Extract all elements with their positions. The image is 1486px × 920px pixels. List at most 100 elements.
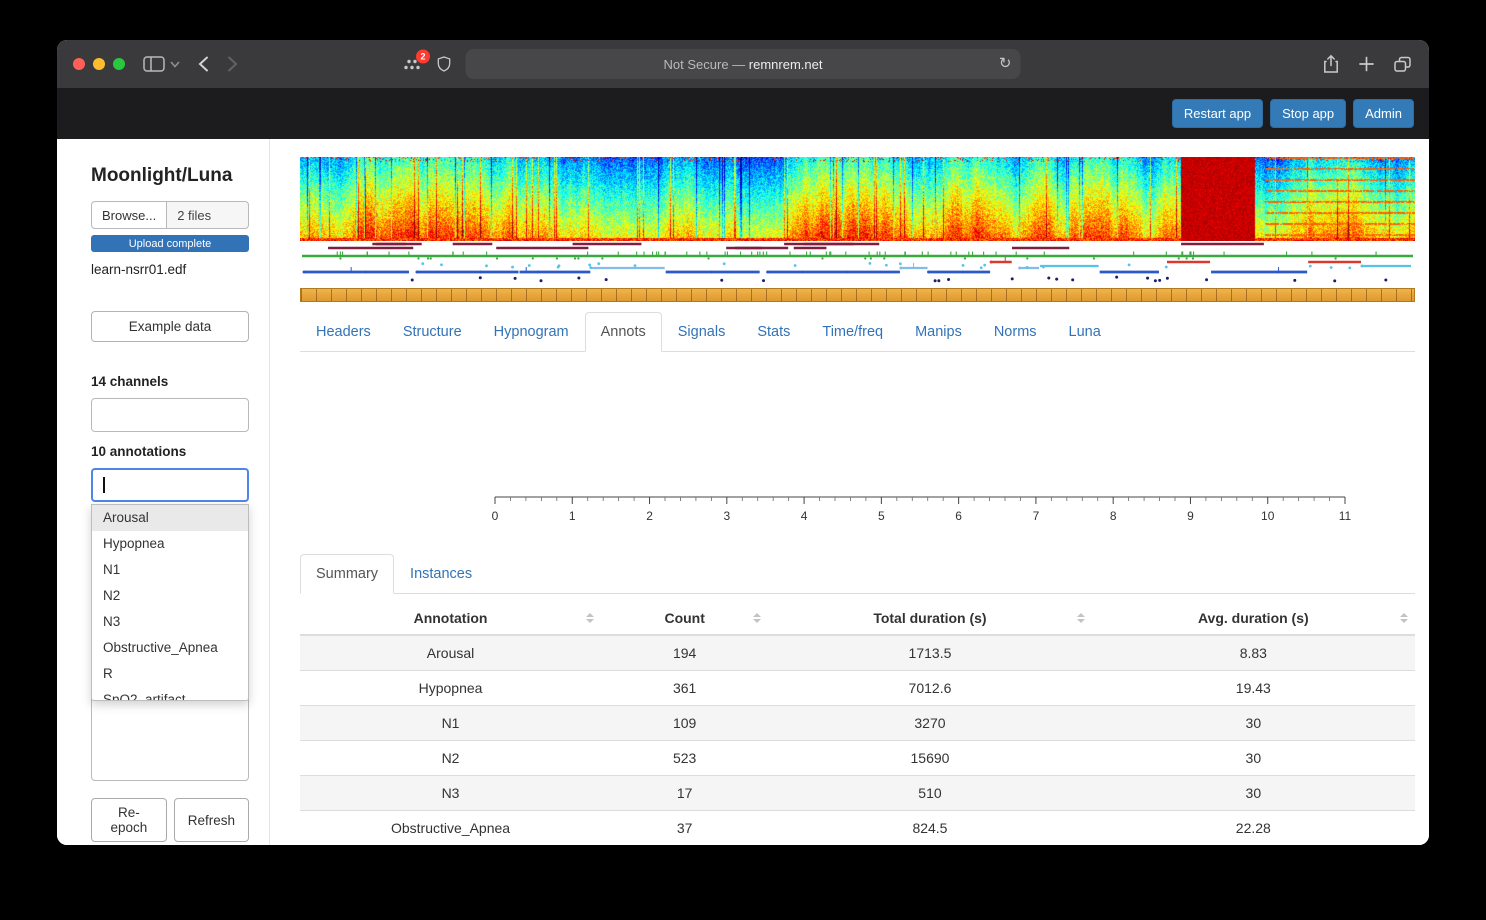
admin-button[interactable]: Admin	[1353, 99, 1414, 128]
restart-app-button[interactable]: Restart app	[1172, 99, 1263, 128]
svg-text:2: 2	[646, 509, 653, 523]
column-header-avg-duration-s-[interactable]: Avg. duration (s)	[1092, 602, 1415, 635]
tab-time-freq[interactable]: Time/freq	[806, 312, 899, 352]
share-button[interactable]	[1323, 55, 1339, 74]
table-cell: Arousal	[300, 635, 601, 671]
tab-hypnogram[interactable]: Hypnogram	[478, 312, 585, 352]
table-cell: 7012.6	[768, 671, 1091, 706]
toolbar-right-group	[1323, 55, 1411, 74]
sidebar-toggle-button[interactable]	[143, 56, 180, 72]
url-security-label: Not Secure —	[664, 57, 749, 72]
tab-structure[interactable]: Structure	[387, 312, 478, 352]
table-cell: 194	[601, 635, 768, 671]
annotations-select-wrap: ArousalHypopneaN1N2N3Obstructive_ApneaRS…	[91, 468, 249, 502]
stop-app-button[interactable]: Stop app	[1270, 99, 1346, 128]
time-axis-svg: 01234567891011	[485, 490, 1355, 524]
sort-up-icon	[1077, 613, 1085, 617]
table-row: Arousal1941713.58.83	[300, 635, 1415, 671]
browser-window: 2 Not Secure — remnrem.net ↻	[57, 40, 1429, 845]
url-domain: remnrem.net	[749, 57, 823, 72]
column-header-total-duration-s-[interactable]: Total duration (s)	[768, 602, 1091, 635]
reepoch-button[interactable]: Re-epoch	[91, 798, 167, 842]
browse-button[interactable]: Browse...	[91, 201, 167, 229]
tab-manips[interactable]: Manips	[899, 312, 978, 352]
example-data-button[interactable]: Example data	[91, 311, 249, 342]
app-title: Moonlight/Luna	[91, 165, 249, 187]
sort-icon[interactable]	[1077, 613, 1085, 623]
tabs-overview-icon	[1394, 56, 1411, 72]
tab-luna[interactable]: Luna	[1053, 312, 1117, 352]
dropdown-option-hypopnea[interactable]: Hypopnea	[92, 531, 248, 557]
annotation-track-svg[interactable]	[300, 241, 1415, 287]
table-cell: 30	[1092, 706, 1415, 741]
upload-progress-bar: Upload complete	[91, 235, 249, 252]
close-window-button[interactable]	[73, 58, 85, 70]
svg-text:10: 10	[1261, 509, 1275, 523]
minimize-window-button[interactable]	[93, 58, 105, 70]
sort-icon[interactable]	[586, 613, 594, 623]
plus-icon	[1359, 57, 1374, 72]
reload-icon[interactable]: ↻	[999, 56, 1012, 71]
column-label: Avg. duration (s)	[1198, 610, 1309, 626]
sub-tab-bar: SummaryInstances	[300, 554, 1415, 594]
table-row: Obstructive_Apnea37824.522.28	[300, 811, 1415, 846]
forward-button[interactable]	[227, 56, 238, 72]
extensions-group: 2	[403, 56, 451, 73]
dropdown-option-n1[interactable]: N1	[92, 557, 248, 583]
shield-button[interactable]	[437, 56, 451, 73]
table-cell: 1713.5	[768, 635, 1091, 671]
tab-stats[interactable]: Stats	[741, 312, 806, 352]
table-cell: 109	[601, 706, 768, 741]
refresh-button[interactable]: Refresh	[174, 798, 249, 842]
main-content: HeadersStructureHypnogramAnnotsSignalsSt…	[270, 139, 1429, 845]
table-row: N25231569030	[300, 741, 1415, 776]
tab-norms[interactable]: Norms	[978, 312, 1053, 352]
dropdown-option-obstructive-apnea[interactable]: Obstructive_Apnea	[92, 635, 248, 661]
table-cell: 17	[601, 776, 768, 811]
sort-icon[interactable]	[1400, 613, 1408, 623]
summary-table-head-row: AnnotationCount Total duration (s) Avg. du…	[300, 602, 1415, 635]
table-row: Hypopnea3617012.619.43	[300, 671, 1415, 706]
file-count-label: 2 files	[167, 201, 249, 229]
zoom-window-button[interactable]	[113, 58, 125, 70]
svg-text:9: 9	[1187, 509, 1194, 523]
svg-text:11: 11	[1339, 509, 1352, 523]
subtab-instances[interactable]: Instances	[394, 554, 488, 594]
sidebar-icon	[143, 56, 165, 72]
annotation-summary-table: AnnotationCount Total duration (s) Avg. du…	[300, 602, 1415, 845]
tab-overview-button[interactable]	[1394, 56, 1411, 72]
tab-annots[interactable]: Annots	[585, 312, 662, 352]
epoch-band[interactable]	[300, 288, 1415, 302]
table-cell: 510	[768, 776, 1091, 811]
table-row: N1109327030	[300, 706, 1415, 741]
tab-headers[interactable]: Headers	[300, 312, 387, 352]
column-header-annotation[interactable]: Annotation	[300, 602, 601, 635]
dropdown-option-r[interactable]: R	[92, 661, 248, 687]
toolbar-left-group	[73, 56, 238, 72]
back-button[interactable]	[198, 56, 209, 72]
window-controls	[73, 58, 125, 70]
dropdown-option-n2[interactable]: N2	[92, 583, 248, 609]
sort-icon[interactable]	[753, 613, 761, 623]
dropdown-option-spo2-artifact[interactable]: SpO2_artifact	[92, 687, 248, 701]
column-header-count[interactable]: Count	[601, 602, 768, 635]
svg-text:5: 5	[878, 509, 885, 523]
table-cell: 19.43	[1092, 671, 1415, 706]
tab-signals[interactable]: Signals	[662, 312, 742, 352]
sort-up-icon	[1400, 613, 1408, 617]
extension-button[interactable]: 2	[403, 57, 421, 71]
spectrogram-image[interactable]	[300, 157, 1415, 241]
column-label: Total duration (s)	[873, 610, 986, 626]
svg-text:1: 1	[569, 509, 576, 523]
file-input: Browse... 2 files	[91, 201, 249, 229]
annotations-select-input[interactable]	[91, 468, 249, 502]
dropdown-option-n3[interactable]: N3	[92, 609, 248, 635]
new-tab-button[interactable]	[1359, 57, 1374, 72]
table-cell: N1	[300, 706, 601, 741]
url-bar[interactable]: Not Secure — remnrem.net ↻	[466, 49, 1021, 79]
subtab-summary[interactable]: Summary	[300, 554, 394, 594]
channels-select-input[interactable]	[91, 398, 249, 432]
table-cell: 523	[601, 741, 768, 776]
table-cell: Obstructive_Apnea	[300, 811, 601, 846]
dropdown-option-arousal[interactable]: Arousal	[92, 505, 248, 531]
